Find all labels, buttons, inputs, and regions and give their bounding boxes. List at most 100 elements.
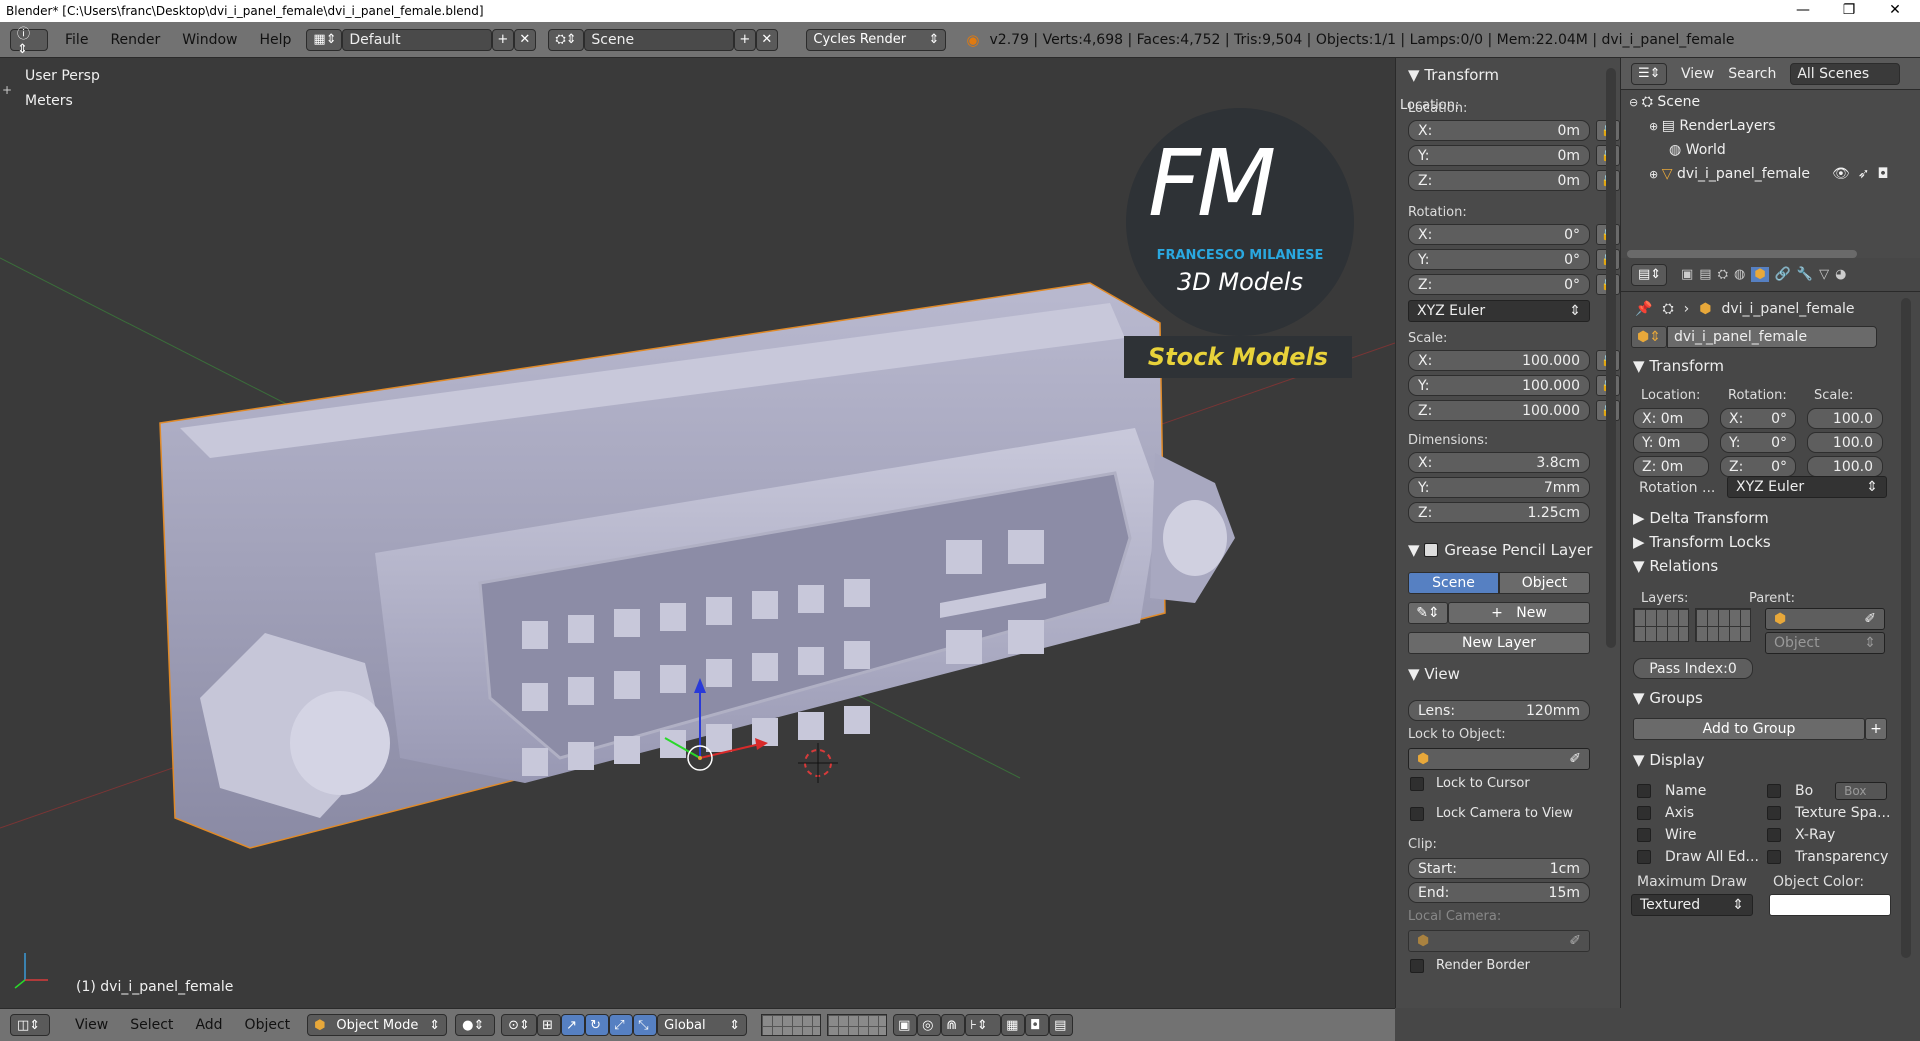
- scene-name-field[interactable]: Scene: [584, 28, 735, 51]
- display-transparency-row[interactable]: Transparency: [1767, 846, 1890, 868]
- scale-toggle[interactable]: ⤢: [609, 1014, 634, 1036]
- clip-start-field[interactable]: Start: 1cm: [1408, 858, 1590, 879]
- dimension-y-field[interactable]: Y: 7mm: [1408, 477, 1590, 498]
- add-to-group-button[interactable]: Add to Group: [1633, 718, 1865, 740]
- expand-icon[interactable]: ⊕: [1649, 168, 1662, 181]
- scene-tab-icon[interactable]: ⛭: [1718, 267, 1728, 282]
- outliner-row-object[interactable]: ⊕ ▽ dvi_i_panel_female 👁 ➶ ◘: [1621, 162, 1920, 186]
- view-panel-header[interactable]: ▼ View: [1400, 662, 1460, 686]
- props-loc-z[interactable]: Z: 0m: [1633, 456, 1709, 477]
- transform-locks-header[interactable]: ▶ Transform Locks: [1625, 530, 1771, 554]
- checkbox[interactable]: [1767, 784, 1781, 798]
- outliner-search-menu[interactable]: Search: [1728, 66, 1776, 82]
- gp-object-button[interactable]: Object: [1499, 572, 1590, 594]
- remove-scene-button[interactable]: ✕: [756, 28, 779, 51]
- snap-toggle[interactable]: ⋒: [941, 1014, 966, 1036]
- location-x-field[interactable]: X: 0m: [1408, 120, 1590, 141]
- scene-layers-grid-right[interactable]: [827, 1014, 888, 1036]
- display-texspace-row[interactable]: Texture Spa...: [1767, 802, 1890, 824]
- render-engine-dropdown[interactable]: Cycles Render ⇕: [806, 28, 947, 51]
- 3d-viewport[interactable]: FM FRANCESCO MILANESE 3D Models Stock Mo…: [0, 58, 1395, 1008]
- properties-editor-button[interactable]: ▤⇕: [1631, 263, 1667, 286]
- lock-cursor-row[interactable]: Lock to Cursor: [1410, 776, 1530, 791]
- orientation-dropdown[interactable]: Global ⇕: [657, 1014, 748, 1036]
- scale-z-field[interactable]: Z: 100.000: [1408, 400, 1590, 421]
- lock-camera-row[interactable]: Lock Camera to View: [1410, 806, 1573, 821]
- menu-window[interactable]: Window: [171, 32, 248, 48]
- display-axis-row[interactable]: Axis: [1637, 802, 1759, 824]
- eyedropper-icon[interactable]: ✐: [1864, 611, 1876, 627]
- outliner-filter-dropdown[interactable]: All Scenes: [1790, 62, 1901, 85]
- opengl-render-button[interactable]: ◘: [1025, 1014, 1050, 1036]
- pivot-dropdown[interactable]: ⊙⇕: [501, 1014, 538, 1036]
- scene-layers-grid-left[interactable]: [761, 1014, 822, 1036]
- object-color-swatch[interactable]: [1769, 894, 1891, 916]
- scale-x-field[interactable]: X: 100.000: [1408, 350, 1590, 371]
- props-loc-y[interactable]: Y: 0m: [1633, 432, 1709, 453]
- pass-index-field[interactable]: Pass Index:0: [1633, 658, 1753, 679]
- display-bounds-row[interactable]: Bo Box: [1767, 780, 1890, 802]
- display-drawall-row[interactable]: Draw All Ed...: [1637, 846, 1759, 868]
- layer-lock-button[interactable]: ▣: [893, 1014, 918, 1036]
- dimension-z-field[interactable]: Z: 1.25cm: [1408, 502, 1590, 523]
- object-name-field[interactable]: dvi_i_panel_female: [1667, 326, 1877, 348]
- display-header[interactable]: ▼ Display: [1625, 748, 1705, 772]
- translate-toggle[interactable]: ↗: [561, 1014, 586, 1036]
- expand-icon[interactable]: ⊖: [1629, 96, 1642, 109]
- delta-transform-header[interactable]: ▶ Delta Transform: [1625, 506, 1769, 530]
- menu-render[interactable]: Render: [99, 32, 171, 48]
- proportional-edit-button[interactable]: ◎: [917, 1014, 942, 1036]
- outliner-editor-button[interactable]: ☰⇕: [1631, 62, 1667, 85]
- mode-dropdown[interactable]: ⬢ Object Mode ⇕: [307, 1014, 448, 1036]
- manipulator-toggle[interactable]: ⊞: [537, 1014, 562, 1036]
- lens-field[interactable]: Lens: 120mm: [1408, 700, 1590, 721]
- rotation-z-field[interactable]: Z: 0°: [1408, 274, 1590, 295]
- opengl-anim-button[interactable]: ▤: [1049, 1014, 1074, 1036]
- rotation-mode-dropdown[interactable]: XYZ Euler ⇕: [1408, 300, 1590, 322]
- snap-target-button[interactable]: ▦: [1001, 1014, 1026, 1036]
- rotate-toggle[interactable]: ↻: [585, 1014, 610, 1036]
- props-rot-x[interactable]: X: 0°: [1720, 408, 1796, 429]
- props-loc-x[interactable]: X: 0m: [1633, 408, 1709, 429]
- pencil-icon[interactable]: ✎⇕: [1408, 602, 1448, 624]
- minimize-button[interactable]: —: [1780, 0, 1826, 22]
- plus-icon[interactable]: +: [2, 83, 12, 97]
- constraints-tab-icon[interactable]: 🔗: [1775, 267, 1791, 282]
- add-scene-button[interactable]: +: [734, 28, 757, 51]
- display-name-row[interactable]: Name: [1637, 780, 1759, 802]
- render-tab-icon[interactable]: ▣: [1681, 267, 1693, 282]
- menu-file[interactable]: File: [54, 32, 99, 48]
- data-tab-icon[interactable]: ▽: [1819, 267, 1829, 282]
- camera-icon[interactable]: ◘: [1878, 166, 1889, 182]
- gp-new-layer-button[interactable]: New Layer: [1408, 632, 1590, 654]
- checkbox[interactable]: [1637, 850, 1651, 864]
- pin-icon[interactable]: 📌: [1635, 301, 1652, 317]
- renderlayers-tab-icon[interactable]: ▤: [1699, 267, 1711, 282]
- dimension-x-field[interactable]: X: 3.8cm: [1408, 452, 1590, 473]
- outliner-row-renderlayers[interactable]: ⊕ ▤ RenderLayers: [1621, 114, 1920, 138]
- grease-pencil-panel-header[interactable]: ▼ Grease Pencil Layer: [1400, 538, 1615, 562]
- checkbox[interactable]: [1637, 784, 1651, 798]
- location-z-field[interactable]: Z: 0m: [1408, 170, 1590, 191]
- object-datablock-button[interactable]: ⬢⇕: [1631, 326, 1667, 348]
- lock-cursor-checkbox[interactable]: [1410, 776, 1424, 791]
- gp-new-button[interactable]: + New: [1448, 602, 1590, 624]
- properties-scrollbar[interactable]: [1901, 298, 1911, 958]
- clip-end-field[interactable]: End: 15m: [1408, 882, 1590, 903]
- scene-selector-button[interactable]: ⛭⇕: [548, 28, 585, 51]
- lock-object-field[interactable]: ⬢ ✐: [1408, 748, 1590, 770]
- props-rot-z[interactable]: Z: 0°: [1720, 456, 1796, 477]
- menu-view[interactable]: View: [64, 1017, 119, 1033]
- scale-y-field[interactable]: Y: 100.000: [1408, 375, 1590, 396]
- npanel-scrollbar[interactable]: [1606, 68, 1616, 648]
- rotation-y-field[interactable]: Y: 0°: [1408, 249, 1590, 270]
- material-tab-icon[interactable]: ◕: [1835, 267, 1846, 282]
- checkbox[interactable]: [1637, 806, 1651, 820]
- expand-icon[interactable]: ⊕: [1649, 120, 1662, 133]
- props-scale-x[interactable]: 100.0: [1807, 408, 1883, 429]
- maximize-button[interactable]: ❐: [1826, 0, 1872, 22]
- object-tab-icon[interactable]: ⬢: [1751, 267, 1769, 282]
- parent-field[interactable]: ⬢ ✐: [1765, 608, 1885, 630]
- eyedropper-icon[interactable]: ✐: [1569, 751, 1581, 767]
- grease-pencil-checkbox[interactable]: [1424, 543, 1439, 557]
